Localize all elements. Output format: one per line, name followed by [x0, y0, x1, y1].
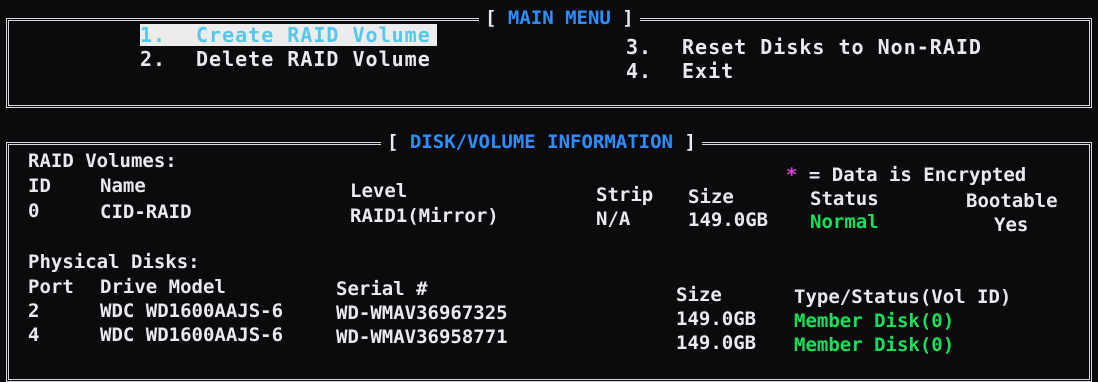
- disk-type-status: Member Disk(0): [794, 334, 955, 356]
- disk-serial: WD-WMAV36967325: [336, 302, 508, 324]
- disk-info-title: [ DISK/VOLUME INFORMATION ]: [381, 131, 702, 153]
- disk-model: WDC WD1600AAJS-6: [100, 300, 284, 322]
- menu-item-create-raid-volume[interactable]: 1. Create RAID Volume: [140, 24, 437, 46]
- volume-strip: N/A: [596, 208, 631, 230]
- col-header-size: Size: [688, 186, 734, 208]
- col-header-port: Port: [28, 276, 74, 298]
- encryption-legend-text: = Data is Encrypted: [808, 164, 1027, 186]
- col-header-serial: Serial #: [336, 278, 428, 300]
- menu-item-label: Reset Disks to Non-RAID: [682, 35, 982, 59]
- disk-serial: WD-WMAV36958771: [336, 326, 508, 348]
- menu-item-delete-raid-volume[interactable]: 2. Delete RAID Volume: [140, 48, 431, 70]
- menu-item-number: 1.: [140, 23, 167, 47]
- volume-level: RAID1(Mirror): [350, 205, 499, 227]
- disk-port: 4: [28, 324, 40, 346]
- col-header-disk-size: Size: [676, 284, 722, 306]
- disk-model: WDC WD1600AAJS-6: [100, 324, 284, 346]
- raid-volumes-heading: RAID Volumes:: [28, 150, 177, 172]
- menu-item-exit[interactable]: 4. Exit: [626, 60, 734, 82]
- volume-bootable: Yes: [994, 214, 1029, 236]
- physical-disks-heading: Physical Disks:: [28, 251, 200, 273]
- encryption-legend: * = Data is Encrypted: [786, 164, 1026, 186]
- col-header-id: ID: [28, 175, 51, 197]
- col-header-strip: Strip: [596, 184, 654, 206]
- menu-item-label: Exit: [682, 59, 735, 83]
- volume-id: 0: [28, 200, 40, 222]
- disk-size: 149.0GB: [676, 308, 757, 330]
- col-header-bootable: Bootable: [966, 190, 1058, 212]
- col-header-drive-model: Drive Model: [100, 276, 226, 298]
- col-header-status: Status: [810, 188, 879, 210]
- main-menu-title-text: MAIN MENU: [507, 7, 611, 29]
- disk-port: 2: [28, 300, 40, 322]
- disk-info-title-text: DISK/VOLUME INFORMATION: [409, 131, 673, 153]
- col-header-level: Level: [350, 180, 408, 202]
- main-menu-title: [ MAIN MENU ]: [479, 7, 640, 29]
- col-header-type-status: Type/Status(Vol ID): [794, 286, 1012, 308]
- menu-item-number: 2.: [140, 47, 167, 71]
- volume-size: 149.0GB: [688, 209, 769, 231]
- disk-type-status: Member Disk(0): [794, 310, 955, 332]
- disk-size: 149.0GB: [676, 332, 757, 354]
- volume-status: Normal: [810, 211, 879, 233]
- menu-item-label: Delete RAID Volume: [196, 47, 431, 71]
- menu-item-number: 3.: [626, 35, 653, 59]
- col-header-name: Name: [100, 175, 146, 197]
- encrypted-marker: *: [786, 164, 798, 186]
- volume-name: CID-RAID: [100, 201, 192, 223]
- menu-item-number: 4.: [626, 59, 653, 83]
- menu-item-label: Create RAID Volume: [196, 23, 431, 47]
- menu-item-reset-disks[interactable]: 3. Reset Disks to Non-RAID: [626, 36, 982, 58]
